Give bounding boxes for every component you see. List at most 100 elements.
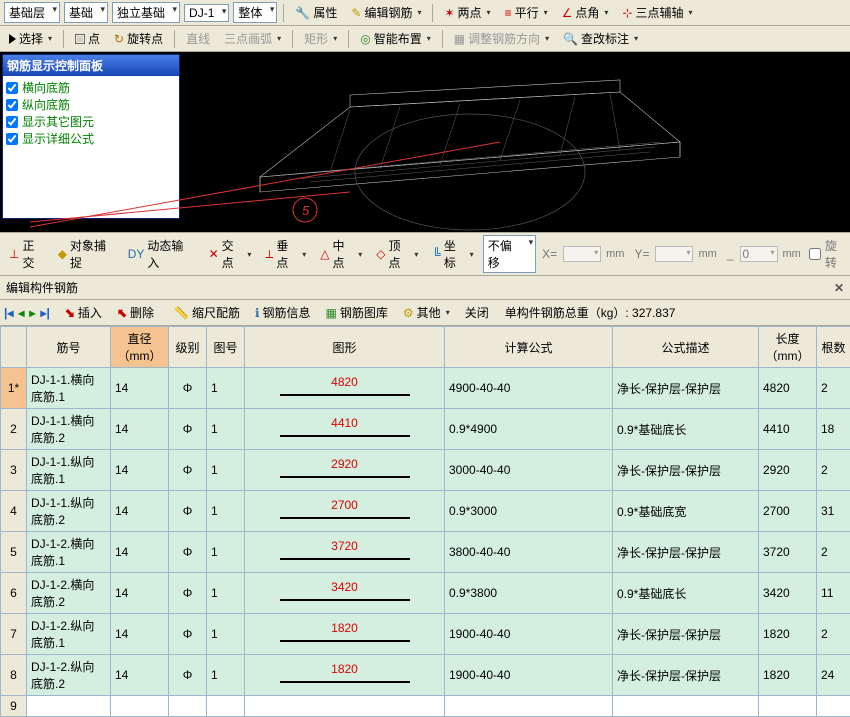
grid-icon: ▦ bbox=[454, 32, 465, 46]
select-button[interactable]: 选择 bbox=[4, 28, 57, 49]
section-header: 编辑构件钢筋 ✕ bbox=[0, 276, 850, 300]
foundation-combo[interactable]: 独立基础 bbox=[112, 2, 180, 23]
col-len[interactable]: 长度（mm） bbox=[759, 327, 817, 368]
osnap-icon: ◆ bbox=[58, 247, 67, 261]
coord-button[interactable]: ╚坐标 bbox=[427, 235, 478, 273]
rotate-point-button[interactable]: ↻旋转点 bbox=[109, 28, 168, 49]
peak-snap[interactable]: ◇顶点 bbox=[371, 235, 423, 273]
intersect-icon: ✕ bbox=[209, 247, 219, 261]
mid-icon: △ bbox=[320, 247, 329, 261]
three-point-axis-button[interactable]: ⊹三点辅轴 bbox=[617, 2, 697, 23]
rect-button: 矩形 bbox=[299, 28, 342, 49]
table-row[interactable]: 5DJ-1-2.横向底筋.114Φ137203800-40-40净长-保护层-保… bbox=[1, 532, 850, 573]
table-row[interactable]: 9 bbox=[1, 696, 850, 717]
svg-text:5: 5 bbox=[302, 203, 310, 218]
line-button: 直线 bbox=[181, 28, 215, 49]
element-combo[interactable]: DJ-1 bbox=[184, 4, 229, 22]
nav-first-icon[interactable]: |◂ bbox=[4, 306, 13, 320]
status-bar: ⊥正交 ◆对象捕捉 DY动态输入 ✕交点 ⟂垂点 △中点 ◇顶点 ╚坐标 不偏移… bbox=[0, 232, 850, 276]
library-icon: ▦ bbox=[326, 306, 337, 320]
wireframe-3d: 5 bbox=[0, 52, 850, 232]
y-value bbox=[655, 246, 693, 262]
pencil-icon: ✎ bbox=[351, 6, 361, 20]
cursor-icon bbox=[9, 34, 16, 44]
col-desc[interactable]: 公式描述 bbox=[613, 327, 759, 368]
x-value bbox=[563, 246, 601, 262]
two-point-button[interactable]: ✶两点 bbox=[439, 2, 495, 23]
nav-last-icon[interactable]: ▸| bbox=[40, 306, 49, 320]
a-value: 0 bbox=[740, 246, 778, 262]
close-icon[interactable]: ✕ bbox=[834, 281, 844, 295]
ortho-toggle[interactable]: ⊥正交 bbox=[4, 235, 49, 273]
three-point-icon: ⊹ bbox=[622, 6, 632, 20]
toolbar-draw: 选择 点 ↻旋转点 直线 三点画弧 矩形 ◎智能布置 ▦调整钢筋方向 🔍查改标注 bbox=[0, 26, 850, 52]
peak-icon: ◇ bbox=[376, 247, 385, 261]
mid-snap[interactable]: △中点 bbox=[315, 235, 367, 273]
arc-button: 三点画弧 bbox=[219, 28, 286, 49]
coord-icon: ╚ bbox=[432, 247, 441, 261]
dynamic-input-toggle[interactable]: DY动态输入 bbox=[123, 235, 196, 273]
col-qty[interactable]: 根数 bbox=[817, 327, 850, 368]
col-grade[interactable]: 级别 bbox=[169, 327, 207, 368]
edit-rebar-button[interactable]: ✎编辑钢筋 bbox=[346, 2, 426, 23]
col-formula[interactable]: 计算公式 bbox=[445, 327, 613, 368]
info-button[interactable]: ℹ钢筋信息 bbox=[250, 302, 316, 323]
ortho-icon: ⊥ bbox=[9, 247, 19, 261]
perp-snap[interactable]: ⟂垂点 bbox=[260, 235, 311, 273]
adjust-rebar-button: ▦调整钢筋方向 bbox=[449, 28, 554, 49]
other-icon: ⚙ bbox=[403, 306, 414, 320]
table-row[interactable]: 2DJ-1-1.横向底筋.214Φ144100.9*49000.9*基础底长44… bbox=[1, 409, 850, 450]
fit-button[interactable]: 📏缩尺配筋 bbox=[169, 302, 245, 323]
table-row[interactable]: 8DJ-1-2.纵向底筋.214Φ118201900-40-40净长-保护层-保… bbox=[1, 655, 850, 696]
smart-layout-button[interactable]: ◎智能布置 bbox=[355, 28, 436, 49]
delete-icon: ⬉ bbox=[117, 306, 127, 320]
point-button[interactable]: 点 bbox=[70, 28, 105, 49]
col-pic[interactable]: 图号 bbox=[207, 327, 245, 368]
nav-next-icon[interactable]: ▸ bbox=[29, 306, 35, 320]
view-combo[interactable]: 整体 bbox=[233, 2, 277, 23]
y-label: Y= bbox=[632, 247, 651, 261]
note-button[interactable]: 🔍查改标注 bbox=[558, 28, 643, 49]
rotate-checkbox[interactable]: 旋转 bbox=[809, 237, 846, 271]
table-row[interactable]: 6DJ-1-2.横向底筋.214Φ134200.9*38000.9*基础底长34… bbox=[1, 573, 850, 614]
insert-button[interactable]: ⬊插入 bbox=[60, 302, 107, 323]
x-label: X= bbox=[540, 247, 559, 261]
table-row[interactable]: 4DJ-1-1.纵向底筋.214Φ127000.9*30000.9*基础底宽27… bbox=[1, 491, 850, 532]
rotate-icon: ↻ bbox=[114, 32, 124, 46]
target-icon: ◎ bbox=[360, 32, 370, 46]
other-button[interactable]: ⚙其他 bbox=[398, 302, 455, 323]
angle-icon: ∠ bbox=[562, 6, 573, 20]
table-row[interactable]: 1*DJ-1-1.横向底筋.114Φ148204900-40-40净长-保护层-… bbox=[1, 368, 850, 409]
a-label: _ bbox=[725, 247, 736, 261]
search-icon: 🔍 bbox=[563, 32, 578, 46]
intersect-snap[interactable]: ✕交点 bbox=[204, 235, 257, 273]
ruler-icon: 📏 bbox=[174, 306, 189, 320]
type-combo[interactable]: 基础 bbox=[64, 2, 108, 23]
insert-icon: ⬊ bbox=[65, 306, 75, 320]
table-row[interactable]: 7DJ-1-2.纵向底筋.114Φ118201900-40-40净长-保护层-保… bbox=[1, 614, 850, 655]
dyn-icon: DY bbox=[128, 247, 145, 261]
parallel-button[interactable]: ≡平行 bbox=[500, 2, 553, 23]
delete-button[interactable]: ⬉删除 bbox=[112, 302, 159, 323]
nav-prev-icon[interactable]: ◂ bbox=[18, 306, 24, 320]
col-blank[interactable] bbox=[1, 327, 27, 368]
point-icon bbox=[75, 34, 85, 44]
col-no[interactable]: 筋号 bbox=[27, 327, 111, 368]
table-row[interactable]: 3DJ-1-1.纵向底筋.114Φ129203000-40-40净长-保护层-保… bbox=[1, 450, 850, 491]
layer-combo[interactable]: 基础层 bbox=[4, 2, 60, 23]
osnap-toggle[interactable]: ◆对象捕捉 bbox=[53, 235, 119, 273]
perp-icon: ⟂ bbox=[265, 247, 273, 262]
toolbar-top: 基础层 基础 独立基础 DJ-1 整体 🔧属性 ✎编辑钢筋 ✶两点 ≡平行 ∠点… bbox=[0, 0, 850, 26]
parallel-icon: ≡ bbox=[505, 6, 512, 20]
properties-icon: 🔧 bbox=[295, 6, 310, 20]
rebar-table[interactable]: 筋号 直径（mm） 级别 图号 图形 计算公式 公式描述 长度（mm） 根数 1… bbox=[0, 326, 850, 717]
properties-button[interactable]: 🔧属性 bbox=[290, 2, 342, 23]
offset-mode-combo[interactable]: 不偏移 bbox=[483, 235, 536, 273]
col-dia[interactable]: 直径（mm） bbox=[111, 327, 169, 368]
lib-button[interactable]: ▦钢筋图库 bbox=[321, 302, 393, 323]
close-button[interactable]: 关闭 bbox=[460, 302, 494, 323]
point-angle-button[interactable]: ∠点角 bbox=[557, 2, 614, 23]
col-shape[interactable]: 图形 bbox=[245, 327, 445, 368]
section-title: 编辑构件钢筋 bbox=[6, 279, 78, 296]
viewport-3d[interactable]: 钢筋显示控制面板 横向底筋 纵向底筋 显示其它图元 显示详细公式 5 bbox=[0, 52, 850, 232]
